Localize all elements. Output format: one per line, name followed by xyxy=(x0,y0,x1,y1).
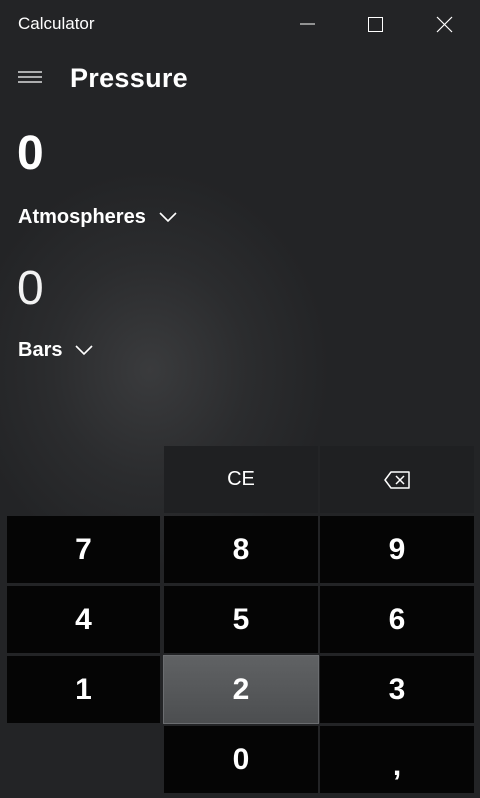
backspace-button[interactable] xyxy=(320,446,474,513)
app-title: Calculator xyxy=(18,14,95,33)
mode-title: Pressure xyxy=(70,63,188,93)
key-5[interactable]: 5 xyxy=(164,586,318,653)
key-5-label: 5 xyxy=(232,602,250,636)
key-0-label: 0 xyxy=(232,742,250,776)
close-icon xyxy=(436,16,453,33)
key-6[interactable]: 6 xyxy=(320,586,474,653)
backspace-icon xyxy=(384,470,410,489)
key-0[interactable]: 0 xyxy=(164,726,318,793)
key-2-label: 2 xyxy=(232,672,250,706)
key-2[interactable]: 2 xyxy=(163,655,319,724)
maximize-icon xyxy=(368,17,383,32)
output-value[interactable]: 0 xyxy=(17,257,44,321)
from-unit-dropdown[interactable]: Atmospheres xyxy=(18,201,178,233)
close-button[interactable] xyxy=(410,0,480,48)
input-value[interactable]: 0 xyxy=(17,122,44,186)
key-3-label: 3 xyxy=(388,672,406,706)
key-6-label: 6 xyxy=(388,602,406,636)
minimize-button[interactable] xyxy=(271,0,341,48)
key-8-label: 8 xyxy=(232,532,250,566)
decimal-separator-button[interactable]: , xyxy=(320,726,474,793)
from-unit-label: Atmospheres xyxy=(18,205,146,228)
key-4[interactable]: 4 xyxy=(7,586,160,653)
key-9[interactable]: 9 xyxy=(320,516,474,583)
clear-entry-label: CE xyxy=(227,468,255,490)
key-7[interactable]: 7 xyxy=(7,516,160,583)
minimize-icon xyxy=(300,23,315,25)
title-bar: Calculator xyxy=(0,0,480,48)
hamburger-menu-icon xyxy=(18,71,42,83)
to-unit-label: Bars xyxy=(18,338,63,361)
maximize-button[interactable] xyxy=(341,0,411,48)
key-9-label: 9 xyxy=(388,532,406,566)
key-1[interactable]: 1 xyxy=(7,656,160,723)
key-8[interactable]: 8 xyxy=(164,516,318,583)
to-unit-dropdown[interactable]: Bars xyxy=(18,334,94,366)
chevron-down-icon xyxy=(74,343,94,357)
chevron-down-icon xyxy=(158,210,178,224)
key-4-label: 4 xyxy=(75,602,92,636)
key-7-label: 7 xyxy=(75,532,92,566)
key-3[interactable]: 3 xyxy=(320,656,474,723)
navigation-menu-button[interactable] xyxy=(10,60,50,96)
decimal-separator-label: , xyxy=(392,748,402,782)
clear-entry-button[interactable]: CE xyxy=(164,446,318,513)
key-1-label: 1 xyxy=(75,672,92,706)
